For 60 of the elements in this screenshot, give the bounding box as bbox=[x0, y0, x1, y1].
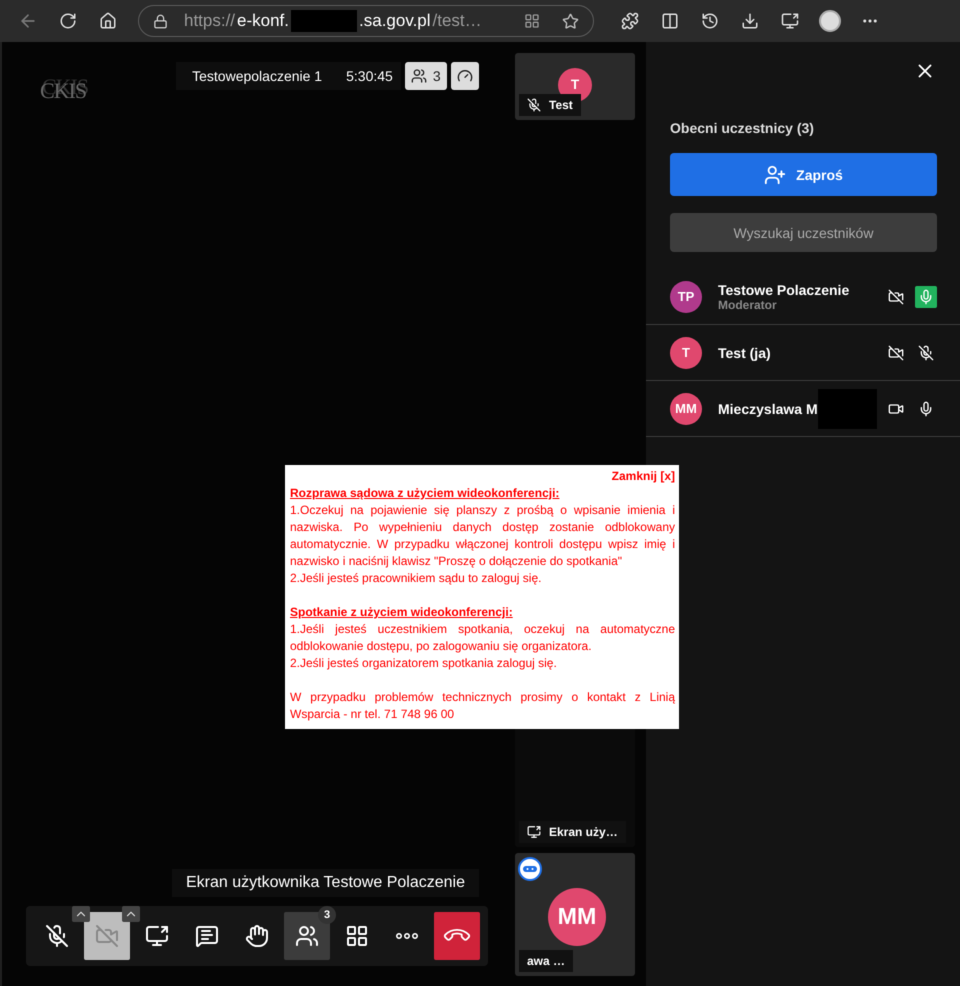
more-icon bbox=[396, 933, 418, 939]
mic-off-icon bbox=[45, 924, 69, 948]
camera-button[interactable] bbox=[84, 912, 130, 960]
url-host-text: e-konf. bbox=[237, 11, 290, 31]
add-tab-icon[interactable] bbox=[524, 13, 540, 29]
section-heading: Spotkanie z użyciem wideokonferencji: bbox=[290, 604, 514, 621]
invite-button[interactable]: Zaproś bbox=[670, 153, 937, 196]
screen-caption: Ekran użytkownika Testowe Polaczenie bbox=[172, 869, 479, 897]
avatar: MM bbox=[548, 888, 606, 946]
speed-button[interactable] bbox=[450, 62, 479, 90]
gauge-icon bbox=[456, 68, 473, 84]
screen-tile[interactable]: Ekran uży… bbox=[515, 727, 635, 847]
tile-name: awa … bbox=[527, 954, 566, 968]
participant-name: Test (ja) bbox=[718, 344, 771, 360]
avatar: T bbox=[670, 336, 702, 368]
participant-role: Moderator bbox=[718, 298, 778, 312]
close-link[interactable]: Zamknij [x] bbox=[612, 468, 675, 485]
url-path-text: /test… bbox=[432, 11, 482, 31]
instruction-text: 1.Jeśli jesteś uczestnikiem spotkania, oczekuj na automatyczne odblokowanie dostępu, po zalogowaniu się organizatora. bbox=[290, 621, 675, 655]
add-person-icon bbox=[764, 164, 786, 186]
instruction-text: 2.Jeśli jesteś organizatorem spotkania zaloguj się. bbox=[290, 655, 558, 672]
caret-icon[interactable] bbox=[122, 906, 140, 922]
participant-row[interactable]: T Test (ja) bbox=[646, 325, 960, 381]
people-icon bbox=[295, 924, 319, 948]
url-domain-text: .sa.gov.pl bbox=[359, 11, 431, 31]
participants-button[interactable] bbox=[284, 912, 330, 960]
share-screen-icon bbox=[145, 924, 169, 948]
chat-icon bbox=[195, 924, 219, 948]
participant-name: Testowe Polaczenie bbox=[718, 282, 850, 298]
hand-icon bbox=[245, 924, 269, 948]
people-icon bbox=[410, 68, 427, 84]
hangup-button[interactable] bbox=[434, 912, 480, 960]
search-field[interactable]: Wyszukaj uczestników bbox=[670, 213, 937, 252]
support-text: W przypadku problemów technicznych prosimy o kontakt z Linią Wsparcia - nr tel. 71 748 96 00 bbox=[290, 689, 675, 723]
meeting-title: Testowepolaczenie 1 bbox=[176, 62, 338, 90]
lock-icon bbox=[153, 14, 168, 28]
redaction-block bbox=[291, 10, 358, 32]
instruction-text: 2.Jeśli jesteś pracownikiem sądu to zaloguj się. bbox=[290, 570, 542, 587]
count-badge: 3 bbox=[318, 906, 336, 924]
grid-icon bbox=[345, 924, 369, 948]
avatar: TP bbox=[670, 280, 702, 312]
star-icon[interactable] bbox=[562, 12, 579, 30]
address-bar[interactable]: https://e-konf. .sa.gov.pl/test… bbox=[138, 5, 594, 37]
share-screen-icon bbox=[527, 825, 541, 839]
participants-count-button[interactable]: 3 bbox=[404, 62, 447, 90]
video-tile[interactable]: MM awa … bbox=[515, 853, 635, 976]
url-scheme-text: https:// bbox=[184, 11, 236, 31]
camera-off-icon bbox=[95, 924, 119, 948]
caret-icon[interactable] bbox=[72, 906, 90, 922]
participant-row[interactable]: MM Mieczyslawa M bbox=[646, 381, 960, 437]
logo: CKIS bbox=[40, 78, 86, 104]
panel-heading: Obecni uczestnicy (3) bbox=[670, 120, 815, 136]
instruction-text: 1.Oczekuj na pojawienie się planszy z prośbą o wpisanie imienia i nazwiska. Po wypełnieniu danych dostęp zostanie odblokowany automatycznie. W przypadku włączonej kontroli dostępu wpisz imię i nazwisko i naciśnij klawisz "Proszę o dołączenie do spotkania" bbox=[290, 502, 675, 570]
participant-name: Mieczyslawa M bbox=[718, 400, 818, 416]
avatar: MM bbox=[670, 392, 702, 424]
video-tile[interactable]: T Test bbox=[515, 53, 635, 120]
participant-row[interactable]: TP Testowe Polaczenie Moderator bbox=[646, 269, 960, 325]
tile-name: Ekran uży… bbox=[549, 825, 618, 839]
meeting-timer: 5:30:45 bbox=[338, 62, 401, 90]
section-heading: Rozprawa sądowa z użyciem wideokonferencji: bbox=[290, 485, 560, 502]
